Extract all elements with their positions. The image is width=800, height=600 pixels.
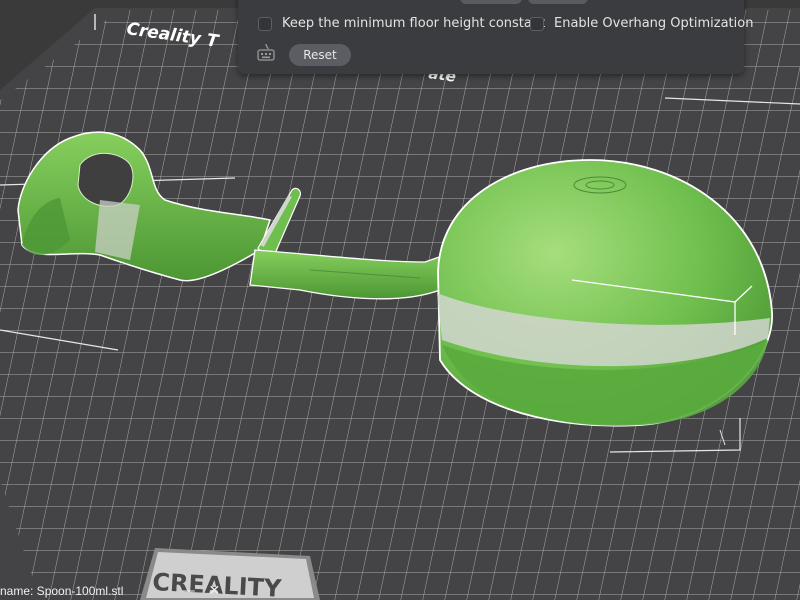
- status-bar: name: Spoon-100ml.stl — ✕: [0, 582, 260, 600]
- overhang-label: Enable Overhang Optimization: [554, 16, 754, 31]
- panel-button-left[interactable]: [460, 0, 522, 4]
- close-icon[interactable]: ✕: [205, 583, 223, 599]
- keep-floor-row[interactable]: Keep the minimum floor height constant: [258, 16, 545, 31]
- filename-label: name: Spoon-100ml.stl: [0, 584, 124, 598]
- minimize-icon[interactable]: —: [179, 583, 197, 599]
- overhang-checkbox[interactable]: [530, 16, 544, 31]
- keyboard-icon[interactable]: [256, 42, 276, 62]
- overhang-row[interactable]: Enable Overhang Optimization: [530, 16, 753, 31]
- keep-floor-checkbox[interactable]: [258, 16, 272, 31]
- keep-floor-label: Keep the minimum floor height constant: [282, 16, 546, 31]
- panel-button-apply[interactable]: [528, 0, 588, 4]
- reset-button[interactable]: Reset: [289, 44, 351, 66]
- settings-panel: Keep the minimum floor height constant E…: [238, 0, 753, 74]
- 3d-viewport[interactable]: Creality T ate CREALITY: [0, 0, 800, 600]
